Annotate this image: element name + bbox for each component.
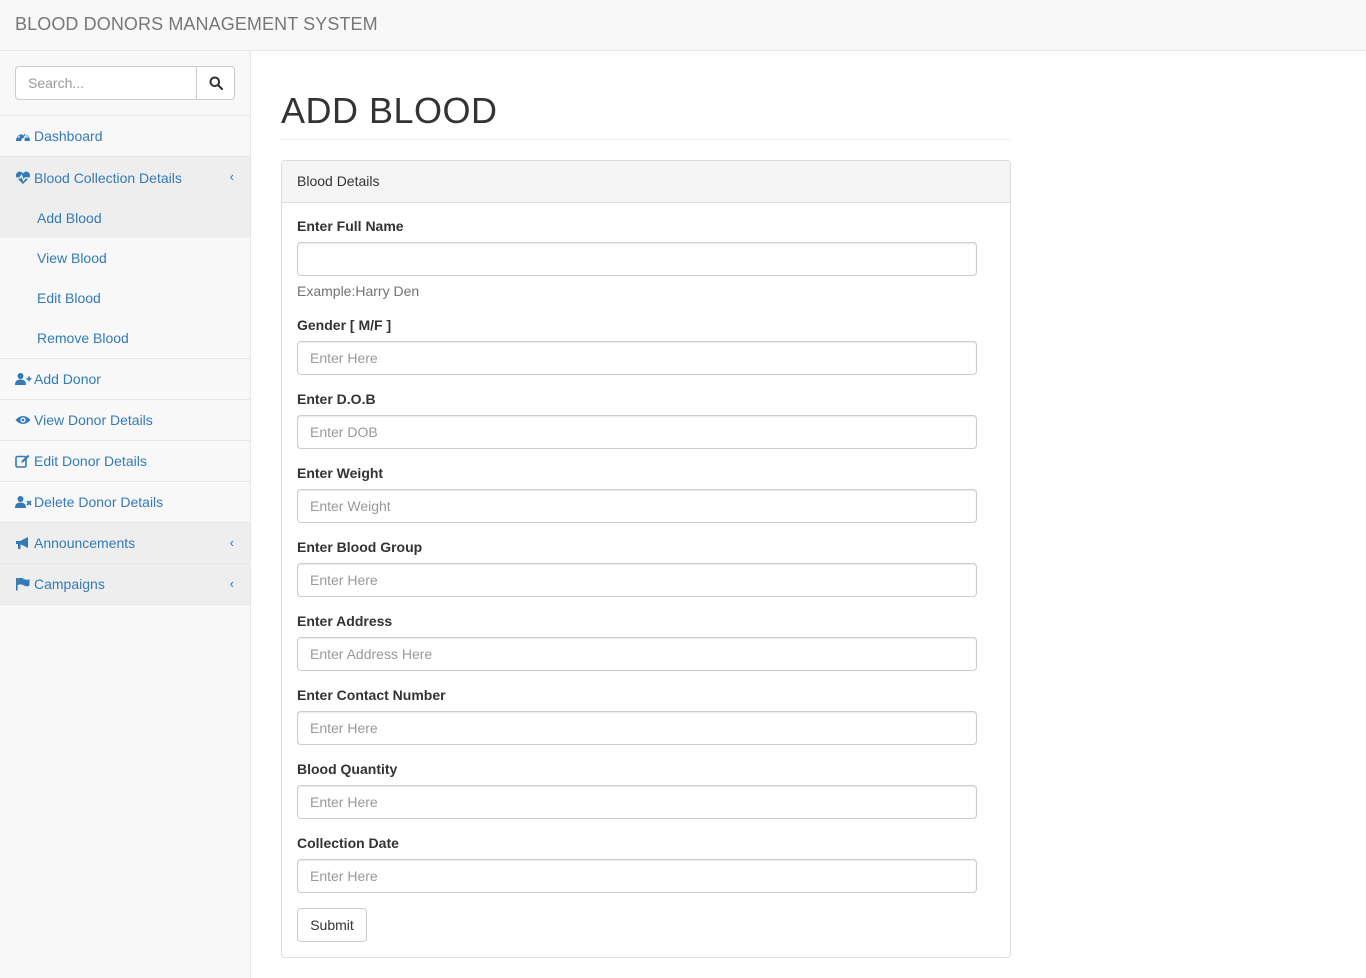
sidebar-subitem-remove-blood[interactable]: Remove Blood <box>0 318 250 358</box>
sidebar-item-blood-collection[interactable]: Blood Collection Details ‹ <box>0 157 250 198</box>
panel-heading: Blood Details <box>282 161 1010 203</box>
top-navbar: BLOOD DONORS MANAGEMENT SYSTEM <box>0 0 1366 51</box>
sidebar-item-label: Campaigns <box>34 576 105 592</box>
contact-number-label: Enter Contact Number <box>297 687 446 703</box>
sidebar-search <box>0 51 250 116</box>
eye-icon <box>15 414 33 426</box>
dashboard-icon <box>15 129 33 143</box>
sidebar: Dashboard Blood Collection Details ‹ Add… <box>0 51 251 978</box>
edit-icon <box>15 454 33 468</box>
bullhorn-icon <box>15 536 33 550</box>
collection-date-field[interactable] <box>297 859 977 893</box>
address-field[interactable] <box>297 637 977 671</box>
submit-button[interactable]: Submit <box>297 908 367 942</box>
heartbeat-icon <box>15 171 33 185</box>
title-divider <box>281 139 1011 140</box>
user-plus-icon <box>15 372 33 386</box>
address-label: Enter Address <box>297 613 393 629</box>
dob-field[interactable] <box>297 415 977 449</box>
sidebar-submenu-blood: Add Blood View Blood Edit Blood Remove B… <box>0 198 250 359</box>
app-brand[interactable]: BLOOD DONORS MANAGEMENT SYSTEM <box>15 14 378 35</box>
chevron-left-icon: ‹ <box>229 535 234 550</box>
blood-details-panel: Blood Details Enter Full Name Example:Ha… <box>281 160 1011 958</box>
sidebar-item-dashboard[interactable]: Dashboard <box>0 116 250 157</box>
sidebar-subitem-view-blood[interactable]: View Blood <box>0 238 250 278</box>
dob-label: Enter D.O.B <box>297 391 376 407</box>
sidebar-item-edit-donor[interactable]: Edit Donor Details <box>0 441 250 482</box>
sidebar-item-announcements[interactable]: Announcements ‹ <box>0 523 250 564</box>
blood-quantity-label: Blood Quantity <box>297 761 398 777</box>
sidebar-item-label: Delete Donor Details <box>34 494 164 510</box>
sidebar-item-add-donor[interactable]: Add Donor <box>0 359 250 400</box>
sidebar-item-campaigns[interactable]: Campaigns ‹ <box>0 564 250 605</box>
sidebar-item-label: Blood Collection Details <box>34 169 182 186</box>
weight-label: Enter Weight <box>297 465 384 481</box>
weight-field[interactable] <box>297 489 977 523</box>
sidebar-subitem-add-blood[interactable]: Add Blood <box>0 198 250 238</box>
full-name-field[interactable] <box>297 242 977 276</box>
sidebar-item-label: Announcements <box>34 535 136 551</box>
full-name-help: Example:Harry Den <box>297 283 420 299</box>
search-icon <box>209 76 223 90</box>
sidebar-item-label: Add Donor <box>34 371 101 387</box>
sidebar-subitem-edit-blood[interactable]: Edit Blood <box>0 278 250 318</box>
search-input[interactable] <box>15 66 197 100</box>
contact-number-field[interactable] <box>297 711 977 745</box>
blood-group-label: Enter Blood Group <box>297 539 423 555</box>
flag-icon <box>15 577 33 591</box>
chevron-left-icon: ‹ <box>229 576 234 591</box>
sidebar-item-label: View Donor Details <box>34 412 153 428</box>
gender-field[interactable] <box>297 341 977 375</box>
chevron-left-icon: ‹ <box>229 169 234 184</box>
search-button[interactable] <box>196 66 235 100</box>
gender-label: Gender [ M/F ] <box>297 317 392 333</box>
blood-group-field[interactable] <box>297 563 977 597</box>
sidebar-item-view-donor[interactable]: View Donor Details <box>0 400 250 441</box>
sidebar-item-label: Dashboard <box>34 128 103 144</box>
sidebar-item-delete-donor[interactable]: Delete Donor Details <box>0 482 250 523</box>
full-name-label: Enter Full Name <box>297 218 404 234</box>
user-times-icon <box>15 495 33 509</box>
sidebar-item-label: Edit Donor Details <box>34 453 147 469</box>
blood-quantity-field[interactable] <box>297 785 977 819</box>
collection-date-label: Collection Date <box>297 835 399 851</box>
page-title: ADD BLOOD <box>281 90 498 131</box>
